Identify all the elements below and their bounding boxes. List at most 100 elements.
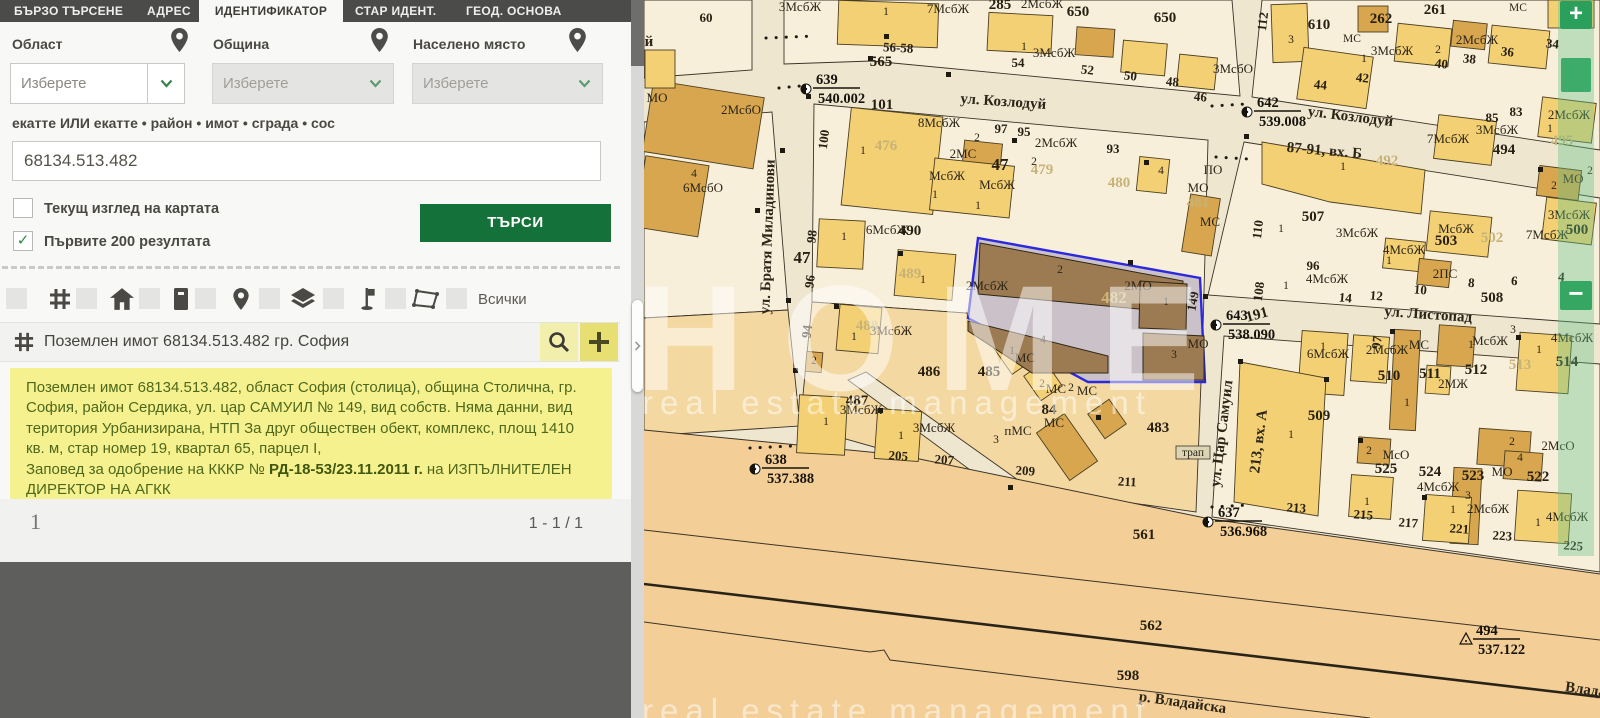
map-label: 8МсбЖ <box>918 115 961 130</box>
home-icon[interactable] <box>110 288 134 310</box>
map-label: 285 <box>989 0 1012 13</box>
map-label: 2 <box>1057 264 1063 276</box>
map-label: 4 <box>1517 452 1523 464</box>
map-label: 50 <box>1123 67 1137 83</box>
search-button[interactable]: ТЪРСИ <box>420 204 611 242</box>
map-label: 3МсбЖ <box>779 0 822 14</box>
map-label: 650 <box>1154 10 1177 26</box>
map-label: 512 <box>1465 362 1488 378</box>
map-label: 93 <box>1107 141 1121 156</box>
layer-checkbox[interactable] <box>323 288 344 309</box>
tab-identifier[interactable]: ИДЕНТИФИКАТОР <box>199 0 343 22</box>
tab-old-identifier[interactable]: СТАР ИДЕНТ. <box>355 0 436 22</box>
pin-icon[interactable] <box>229 288 253 310</box>
svg-text:536.968: 536.968 <box>1220 524 1267 540</box>
municipality-select[interactable]: Изберете <box>212 63 394 104</box>
chevron-down-icon <box>566 64 602 103</box>
map-label: 12 <box>1369 287 1383 303</box>
map-label: 1 <box>1364 496 1370 508</box>
layer-checkbox[interactable] <box>76 288 97 309</box>
region-select-value: Изберете <box>11 75 147 92</box>
region-select[interactable]: Изберете <box>10 63 185 104</box>
svg-text:494: 494 <box>1476 623 1498 639</box>
map-label: 1 <box>851 331 857 343</box>
result-row[interactable]: Поземлен имот 68134.513.482 гр. София <box>0 322 620 362</box>
pin-icon <box>569 28 586 52</box>
polygon-icon[interactable] <box>410 288 442 310</box>
map-label: 40 <box>1434 55 1448 71</box>
map-label: 525 <box>1375 461 1398 477</box>
pin-icon <box>171 28 188 52</box>
building-icon[interactable] <box>169 288 193 310</box>
svg-text:537.388: 537.388 <box>767 471 814 487</box>
map-label: 217 <box>1398 514 1419 530</box>
map-label: пМС <box>1004 423 1031 438</box>
layer-checkbox[interactable] <box>6 288 27 309</box>
map-label: 1 <box>1283 280 1289 292</box>
map-viewport[interactable]: й603МсбЖ17МсбЖ2852МсбЖ650650МО2МсбО46Мсб… <box>644 0 1600 718</box>
plus-icon <box>588 331 610 353</box>
map-label: 2 <box>1435 44 1441 56</box>
map-label: 503 <box>1435 233 1458 249</box>
map-label: 3 <box>1288 34 1294 46</box>
map-label: 7МсбЖ <box>1427 131 1470 146</box>
add-result-button[interactable] <box>580 323 618 361</box>
result-title: Поземлен имот 68134.513.482 гр. София <box>44 323 349 361</box>
panel-collapse-handle[interactable] <box>632 300 643 392</box>
tab-address[interactable]: АДРЕС <box>147 0 191 22</box>
map-label: 507 <box>1302 209 1325 225</box>
svg-text:540.002: 540.002 <box>818 91 865 107</box>
region-label: Област <box>12 36 63 52</box>
map-label: 97 <box>1368 335 1385 350</box>
map-label: 205 <box>888 447 909 463</box>
flag-icon[interactable] <box>355 288 379 310</box>
map-label: 510 <box>1378 368 1401 384</box>
map-label: 2МсбЖ <box>1456 32 1499 47</box>
map-label: МсбЖ <box>979 177 1015 192</box>
settlement-select[interactable]: Изберете <box>412 63 603 104</box>
map-label: 83 <box>1510 104 1524 119</box>
page-number[interactable]: 1 <box>30 509 41 535</box>
panel-footer <box>0 562 631 718</box>
property-info-box: Поземлен имот 68134.513.482, област Софи… <box>10 368 612 499</box>
zoom-out-button[interactable]: − <box>1560 281 1592 310</box>
map-label: 14 <box>1338 289 1353 305</box>
grid-icon[interactable] <box>48 288 72 310</box>
map-label: 262 <box>1370 11 1393 27</box>
identifier-input[interactable] <box>12 141 601 181</box>
map-label: 100 <box>815 129 832 150</box>
zoom-in-button[interactable]: + <box>1560 1 1592 29</box>
map-label: 2 <box>1039 378 1045 390</box>
map-label: 52 <box>1080 61 1094 77</box>
panel-divider <box>631 0 644 718</box>
map-label: 54 <box>1012 55 1026 70</box>
layer-checkbox[interactable] <box>385 288 406 309</box>
divider-notch <box>631 0 644 66</box>
zoom-to-result-button[interactable] <box>540 323 578 361</box>
tab-bar: БЪРЗО ТЪРСЕНЕ АДРЕС ИДЕНТИФИКАТОР СТАР И… <box>0 0 631 22</box>
map-label: МсО <box>1383 447 1410 462</box>
map-label: 3МсбЖ <box>1476 122 1519 137</box>
layer-checkbox[interactable] <box>446 288 467 309</box>
map-label: 483 <box>1147 420 1170 436</box>
tab-geodetic-basis[interactable]: ГЕОД. ОСНОВА <box>466 0 562 22</box>
tab-quick-search[interactable]: БЪРЗО ТЪРСЕНЕ <box>14 0 123 22</box>
map-label: 1 <box>1288 429 1294 441</box>
zoom-slider-handle[interactable] <box>1561 58 1591 92</box>
layer-checkbox[interactable] <box>195 288 216 309</box>
first200-checkbox[interactable]: ✓ <box>13 231 33 251</box>
map-label: 2 <box>811 355 817 367</box>
layers-icon[interactable] <box>291 288 315 310</box>
map-label: 207 <box>934 451 955 467</box>
current-view-checkbox[interactable] <box>13 198 33 218</box>
layer-checkbox[interactable] <box>139 288 160 309</box>
map-label: 522 <box>1527 469 1550 485</box>
map-label: 42 <box>1355 69 1369 85</box>
cadastral-map[interactable]: й603МсбЖ17МсбЖ2852МсбЖ650650МО2МсбО46Мсб… <box>644 0 1600 718</box>
map-label: 2 <box>974 132 980 144</box>
layer-checkbox[interactable] <box>259 288 280 309</box>
map-label: 96 <box>801 274 818 289</box>
map-label: МС <box>1046 381 1066 396</box>
map-label: МС <box>1044 415 1064 430</box>
map-label: МО <box>647 90 668 105</box>
